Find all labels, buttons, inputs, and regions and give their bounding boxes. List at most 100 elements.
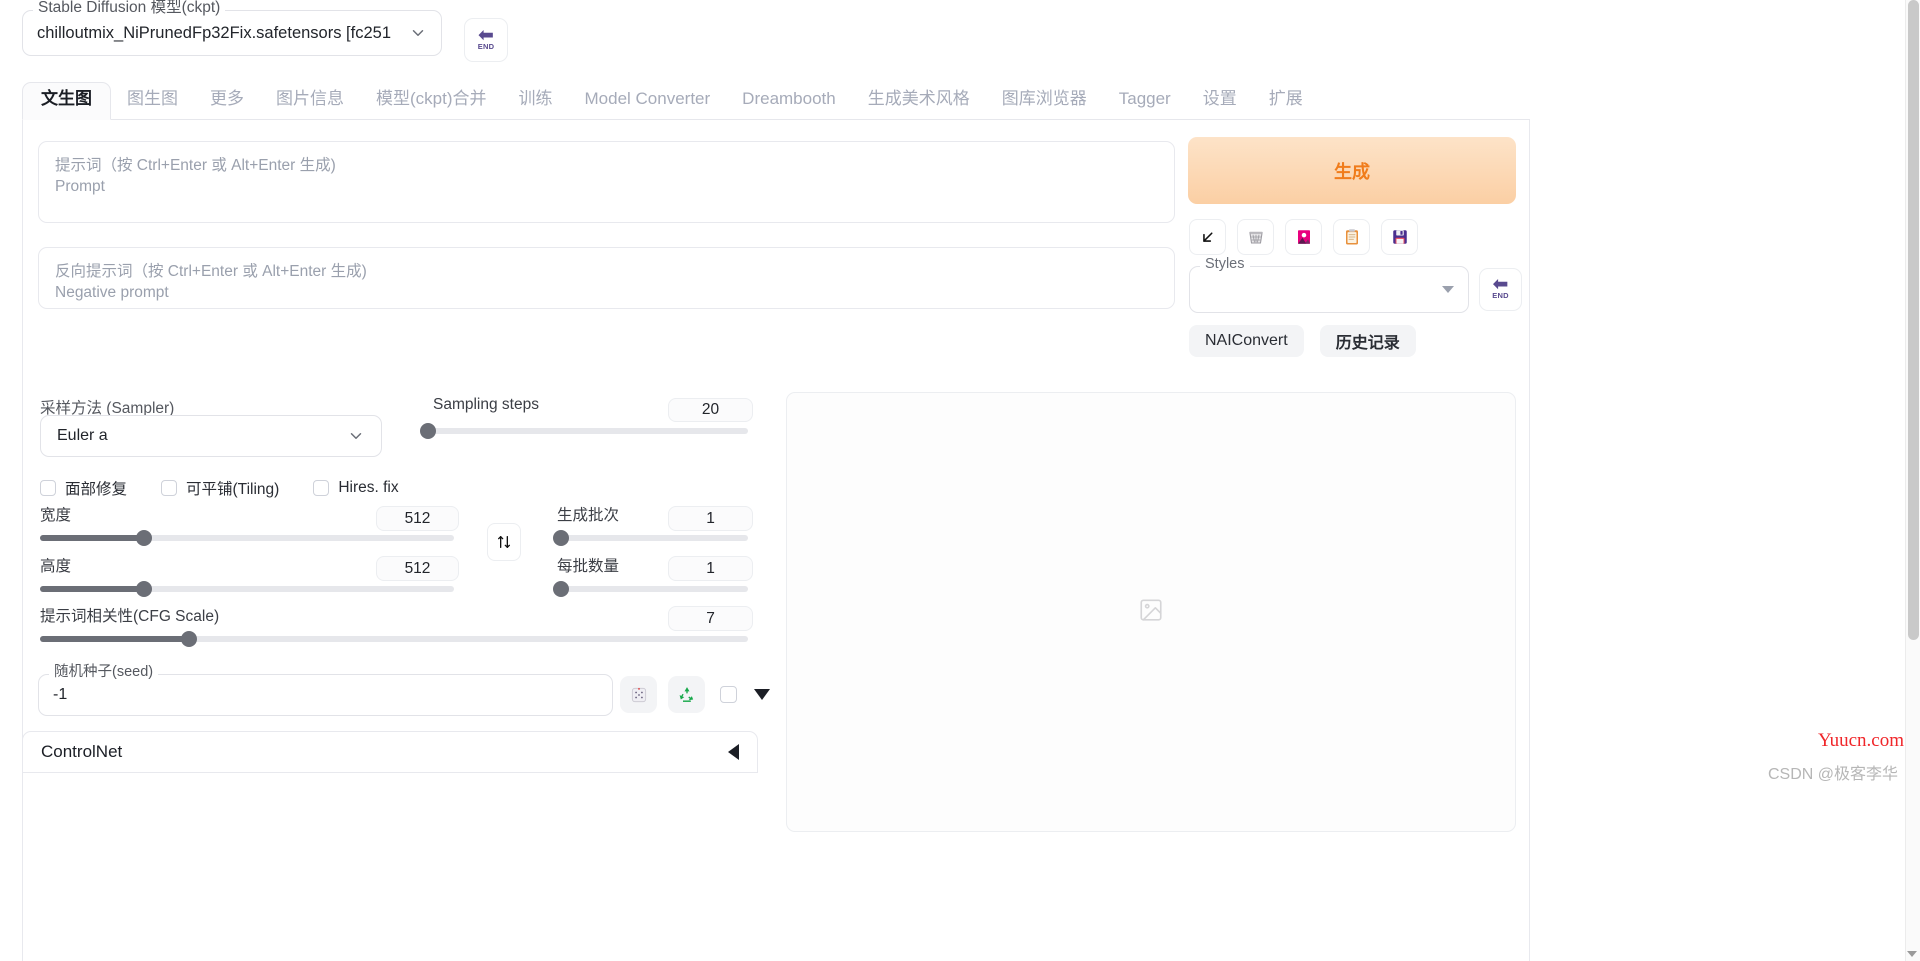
sampler-select[interactable]: Euler a [40, 415, 382, 457]
slider-knob[interactable] [552, 530, 569, 546]
slider-knob[interactable] [135, 581, 152, 597]
batch-size-slider[interactable] [552, 581, 748, 597]
seed-extra-checkbox[interactable] [720, 686, 737, 703]
author-watermark: CSDN @极客李华 [1767, 766, 1898, 783]
checkbox-icon[interactable] [161, 480, 178, 496]
wastebasket-icon[interactable] [1237, 219, 1274, 255]
batch-size-label: 每批数量 [557, 558, 620, 575]
model-select-value: chilloutmix_NiPrunedFp32Fix.safetensors … [37, 23, 392, 42]
model-select[interactable]: Stable Diffusion 模型(ckpt) chilloutmix_Ni… [22, 0, 442, 56]
slider-knob[interactable] [552, 581, 569, 597]
tab-txt2img[interactable]: 文生图 [22, 81, 111, 120]
slider-fill [40, 586, 144, 592]
slider-knob[interactable] [135, 530, 152, 546]
width-slider[interactable] [40, 530, 454, 546]
nai-convert-button[interactable]: NAIConvert [1189, 325, 1304, 357]
caret-left-icon[interactable] [728, 744, 739, 760]
scroll-down-arrow-icon[interactable] [1907, 951, 1917, 957]
height-input[interactable]: 512 [376, 556, 459, 581]
prompt-placeholder-cn: 提示词（按 Ctrl+Enter 或 Alt+Enter 生成) [55, 157, 336, 174]
page-scrollbar[interactable] [1905, 0, 1920, 961]
negative-prompt-placeholder-cn: 反向提示词（按 Ctrl+Enter 或 Alt+Enter 生成) [55, 263, 367, 280]
batch-count-slider[interactable] [552, 530, 748, 546]
arrow-left-icon: ⬅ [1492, 274, 1509, 295]
height-label: 高度 [40, 558, 72, 575]
styles-label: Styles [1200, 257, 1250, 272]
sampling-steps-slider[interactable] [420, 423, 748, 439]
batch-count-input[interactable]: 1 [668, 506, 753, 531]
end-label: END [477, 41, 495, 51]
checkbox-label: 可平铺(Tiling) [186, 481, 280, 498]
generate-button[interactable]: 生成 [1188, 137, 1516, 204]
tab-model-converter[interactable]: Model Converter [569, 83, 727, 119]
prompt-tool-buttons [1189, 219, 1418, 255]
tab-img2img[interactable]: 图生图 [111, 83, 194, 119]
site-watermark: Yuucn.com [1817, 730, 1904, 751]
sampler-value: Euler a [57, 427, 108, 444]
feature-checkboxes: 面部修复 可平铺(Tiling) Hires. fix [40, 477, 433, 499]
chevron-down-icon [347, 427, 365, 445]
extra-buttons-row: NAIConvert 历史记录 [1189, 325, 1416, 357]
prompt-placeholder-en: Prompt [55, 177, 105, 195]
prompt-input[interactable]: 提示词（按 Ctrl+Enter 或 Alt+Enter 生成) Prompt [38, 141, 1175, 223]
slider-knob[interactable] [180, 631, 197, 647]
model-end-button[interactable]: ⬅ END [464, 18, 508, 62]
cfg-scale-label: 提示词相关性(CFG Scale) [40, 608, 220, 625]
seed-expand-caret-icon[interactable] [754, 689, 770, 700]
tab-train[interactable]: 训练 [503, 83, 569, 119]
tab-png-info[interactable]: 图片信息 [260, 83, 360, 119]
cfg-scale-slider[interactable] [40, 631, 748, 647]
main-tabbar: 文生图 图生图 更多 图片信息 模型(ckpt)合并 训练 Model Conv… [22, 81, 1530, 120]
batch-count-label: 生成批次 [557, 507, 620, 524]
tab-art-styles[interactable]: 生成美术风格 [852, 83, 986, 119]
swap-dimensions-button[interactable] [487, 523, 521, 561]
output-gallery[interactable] [786, 392, 1516, 832]
dice-icon[interactable] [620, 676, 657, 713]
checkbox-icon[interactable] [313, 480, 330, 496]
tab-checkpoint-merger[interactable]: 模型(ckpt)合并 [360, 83, 503, 119]
model-selector-row: Stable Diffusion 模型(ckpt) chilloutmix_Ni… [22, 0, 508, 62]
floppy-disk-icon[interactable] [1381, 219, 1418, 255]
height-slider[interactable] [40, 581, 454, 597]
cfg-scale-input[interactable]: 7 [668, 606, 753, 631]
controlnet-title: ControlNet [41, 742, 123, 761]
arrow-down-left-icon[interactable] [1189, 219, 1226, 255]
sampling-steps-input[interactable]: 20 [668, 398, 753, 422]
slider-knob[interactable] [420, 423, 436, 439]
slider-fill [40, 535, 144, 541]
scrollbar-thumb[interactable] [1908, 0, 1919, 640]
tab-tagger[interactable]: Tagger [1103, 83, 1187, 119]
recycle-icon[interactable] [668, 676, 705, 713]
image-placeholder-icon [1138, 597, 1164, 628]
seed-tools [620, 676, 770, 713]
clipboard-icon[interactable] [1333, 219, 1370, 255]
framed-picture-icon[interactable] [1285, 219, 1322, 255]
checkbox-label: Hires. fix [338, 479, 399, 496]
checkbox-icon[interactable] [40, 480, 56, 496]
tab-image-browser[interactable]: 图库浏览器 [986, 83, 1103, 119]
styles-select[interactable]: Styles [1189, 257, 1469, 313]
negative-prompt-placeholder-en: Negative prompt [55, 283, 169, 301]
sampling-steps-label: Sampling steps [433, 396, 539, 413]
chevron-down-icon [409, 24, 427, 42]
app-root: Stable Diffusion 模型(ckpt) chilloutmix_Ni… [0, 0, 1920, 961]
seed-input[interactable]: 随机种子(seed) -1 [38, 665, 613, 716]
styles-end-button[interactable]: ⬅ END [1479, 268, 1522, 311]
tab-more[interactable]: 更多 [194, 83, 260, 119]
tab-dreambooth[interactable]: Dreambooth [726, 83, 852, 119]
tab-settings[interactable]: 设置 [1187, 83, 1253, 119]
seed-value: -1 [53, 686, 68, 703]
width-input[interactable]: 512 [376, 506, 459, 531]
controlnet-accordion[interactable]: ControlNet [22, 731, 758, 773]
styles-row: Styles ⬅ END [1189, 257, 1522, 313]
checkbox-restore-faces[interactable]: 面部修复 [40, 477, 127, 499]
chevron-down-icon [1442, 286, 1454, 293]
checkbox-tiling[interactable]: 可平铺(Tiling) [161, 477, 279, 499]
tab-extensions[interactable]: 扩展 [1253, 83, 1319, 119]
width-label: 宽度 [40, 507, 72, 524]
checkbox-hires-fix[interactable]: Hires. fix [313, 479, 399, 497]
negative-prompt-input[interactable]: 反向提示词（按 Ctrl+Enter 或 Alt+Enter 生成) Negat… [38, 247, 1175, 309]
history-button[interactable]: 历史记录 [1319, 325, 1416, 357]
batch-size-input[interactable]: 1 [668, 556, 753, 581]
arrow-left-icon: ⬅ [478, 24, 494, 46]
